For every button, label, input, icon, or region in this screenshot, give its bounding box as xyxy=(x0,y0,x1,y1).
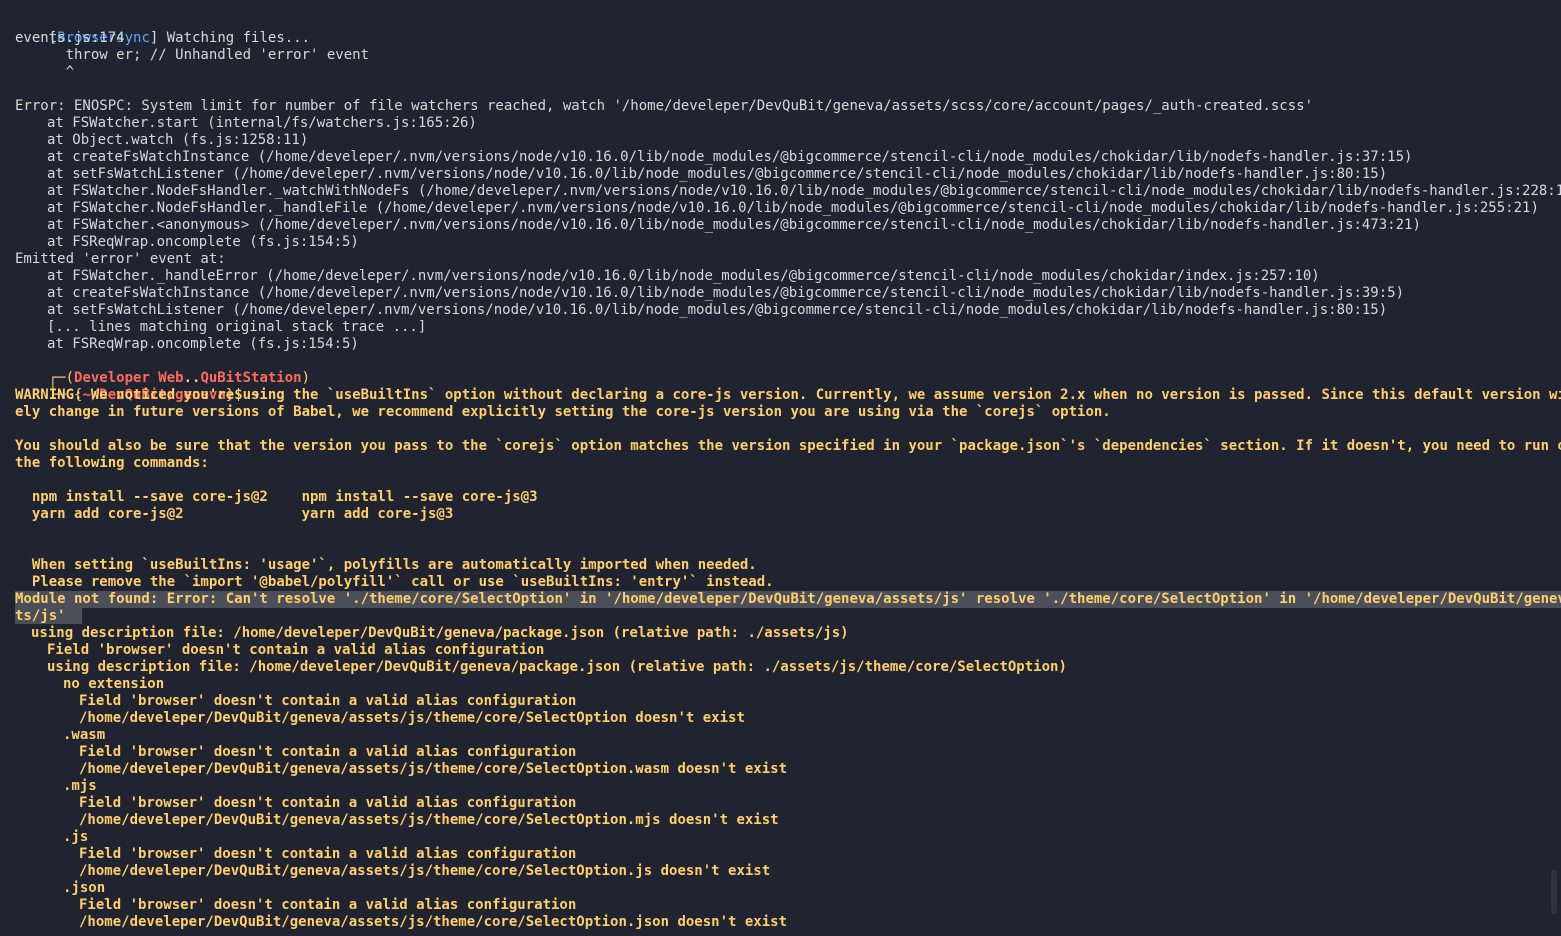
extension-line: .mjs xyxy=(63,778,97,794)
prompt-line-top: ┌─(Developer Web..QuBitStation) xyxy=(15,353,1561,386)
description-line: using description file: /home/develeper/… xyxy=(31,625,849,641)
path-line: /home/develeper/DevQuBit/geneva/assets/j… xyxy=(79,710,745,726)
error-line: ^ xyxy=(15,64,75,80)
usage-line: When setting `useBuiltIns: 'usage'`, pol… xyxy=(15,557,757,573)
path-line: /home/develeper/DevQuBit/geneva/assets/j… xyxy=(79,914,788,930)
command-line: npm install --save core-js@2 npm install… xyxy=(15,489,538,505)
paren-close: ) xyxy=(301,370,311,386)
extension-line: no extension xyxy=(63,676,165,692)
description-line: using description file: /home/develeper/… xyxy=(47,659,1067,675)
stack-line: [... lines matching original stack trace… xyxy=(47,319,427,335)
command-line: yarn add core-js@2 yarn add core-js@3 xyxy=(15,506,454,522)
stack-line: at FSReqWrap.oncomplete (fs.js:154:5) xyxy=(47,234,359,250)
stack-line: at setFsWatchListener (/home/develeper/.… xyxy=(47,166,1388,182)
prompt-user: Developer Web xyxy=(74,370,184,386)
scrollbar[interactable] xyxy=(1551,870,1557,914)
stack-line: at FSWatcher.start (internal/fs/watchers… xyxy=(47,115,477,131)
stack-line: at createFsWatchInstance (/home/develepe… xyxy=(47,149,1413,165)
module-error-line-2: ts/js' xyxy=(15,608,1561,625)
field-line: Field 'browser' doesn't contain a valid … xyxy=(47,642,545,658)
warning-line: WARNING: We noticed you're using the `us… xyxy=(15,387,1561,403)
warning-line: the following commands: xyxy=(15,455,209,471)
extension-line: .json xyxy=(63,880,106,896)
stack-line: at FSReqWrap.oncomplete (fs.js:154:5) xyxy=(47,336,359,352)
extension-line: .js xyxy=(63,829,89,845)
field-line: Field 'browser' doesn't contain a valid … xyxy=(79,795,577,811)
extension-line: .wasm xyxy=(63,727,106,743)
stack-line: at FSWatcher.<anonymous> (/home/develepe… xyxy=(47,217,1421,233)
browsersync-message: Watching files... xyxy=(158,30,311,46)
stack-line: at createFsWatchInstance (/home/develepe… xyxy=(47,285,1405,301)
stack-line: at FSWatcher._handleError (/home/develep… xyxy=(47,268,1320,284)
error-line: throw er; // Unhandled 'error' event xyxy=(15,47,370,63)
stack-line: at setFsWatchListener (/home/develeper/.… xyxy=(47,302,1388,318)
stack-line: at FSWatcher.NodeFsHandler._handleFile (… xyxy=(47,200,1539,216)
path-line: /home/develeper/DevQuBit/geneva/assets/j… xyxy=(79,761,788,777)
browsersync-line: [Browsersync] Watching files... xyxy=(15,13,1561,46)
selection-pad xyxy=(65,608,83,624)
stack-line: at FSWatcher.NodeFsHandler._watchWithNod… xyxy=(47,183,1561,199)
error-message: Error: ENOSPC: System limit for number o… xyxy=(15,98,1314,114)
paren-open: ( xyxy=(65,370,75,386)
prompt-host: QuBitStation xyxy=(200,370,302,386)
terminal-window[interactable]: [Browsersync] Watching files... events.j… xyxy=(0,0,1561,936)
field-line: Field 'browser' doesn't contain a valid … xyxy=(79,897,577,913)
warning-line: ely change in future versions of Babel, … xyxy=(15,404,1111,420)
prompt-corner-top: ┌─ xyxy=(48,370,66,386)
path-line: /home/develeper/DevQuBit/geneva/assets/j… xyxy=(79,863,771,879)
module-error-tail: ts/js' xyxy=(15,608,66,624)
path-line: /home/develeper/DevQuBit/geneva/assets/j… xyxy=(79,812,779,828)
module-error-line: Module not found: Error: Can't resolve '… xyxy=(15,591,1561,608)
field-line: Field 'browser' doesn't contain a valid … xyxy=(79,744,577,760)
field-line: Field 'browser' doesn't contain a valid … xyxy=(79,693,577,709)
usage-line: Please remove the `import '@babel/polyfi… xyxy=(15,574,774,590)
emitted-line: Emitted 'error' event at: xyxy=(15,251,226,267)
stack-line: at Object.watch (fs.js:1258:11) xyxy=(47,132,309,148)
prompt-dots: .. xyxy=(183,370,201,386)
warning-line: You should also be sure that the version… xyxy=(15,438,1561,454)
field-line: Field 'browser' doesn't contain a valid … xyxy=(79,846,577,862)
